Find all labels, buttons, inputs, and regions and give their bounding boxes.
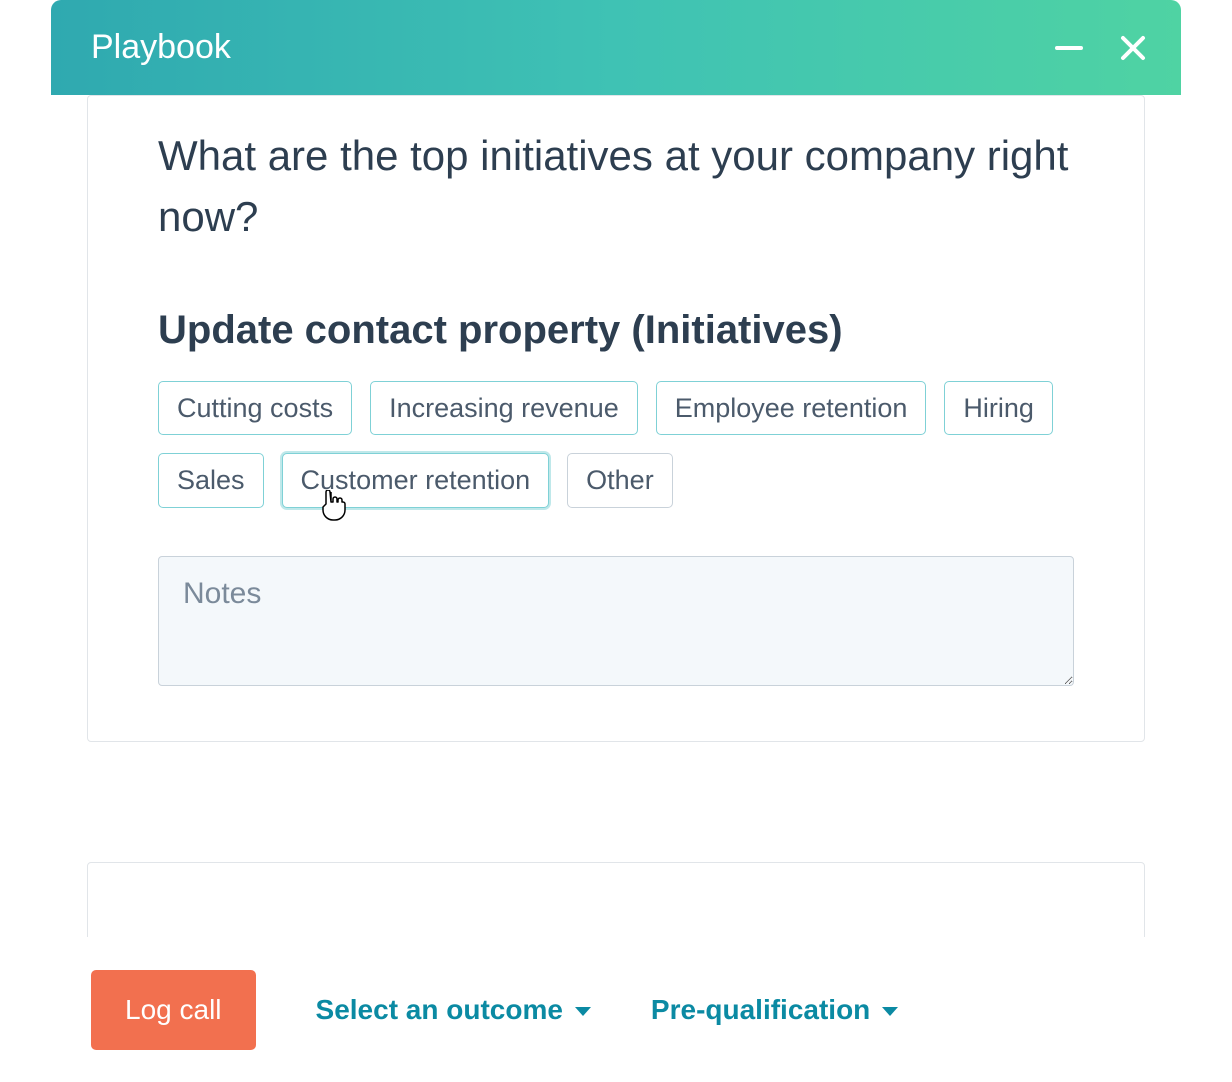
chip-customer-retention[interactable]: Customer retention — [282, 453, 550, 507]
outcome-select[interactable]: Select an outcome — [316, 994, 591, 1026]
chip-group: Cutting costs Increasing revenue Employe… — [158, 381, 1074, 508]
next-question-card — [87, 862, 1145, 937]
question-card: What are the top initiatives at your com… — [87, 95, 1145, 742]
chip-hiring[interactable]: Hiring — [944, 381, 1053, 435]
panel-body[interactable]: What are the top initiatives at your com… — [51, 95, 1181, 937]
panel-title: Playbook — [91, 28, 231, 67]
close-icon[interactable] — [1115, 30, 1151, 66]
outcome-select-label: Select an outcome — [316, 994, 563, 1026]
minimize-icon[interactable] — [1051, 30, 1087, 66]
header-actions — [1051, 30, 1151, 66]
log-call-button[interactable]: Log call — [91, 970, 256, 1050]
chip-sales[interactable]: Sales — [158, 453, 264, 507]
call-type-select-label: Pre-qualification — [651, 994, 870, 1026]
caret-down-icon — [575, 1007, 591, 1016]
question-text: What are the top initiatives at your com… — [158, 126, 1074, 248]
chip-other[interactable]: Other — [567, 453, 673, 507]
playbook-panel: Playbook What are the top initiatives at… — [51, 0, 1181, 1082]
call-type-select[interactable]: Pre-qualification — [651, 994, 898, 1026]
caret-down-icon — [882, 1007, 898, 1016]
section-title: Update contact property (Initiatives) — [158, 308, 1074, 353]
notes-input[interactable] — [158, 556, 1074, 686]
chip-increasing-revenue[interactable]: Increasing revenue — [370, 381, 638, 435]
panel-footer: Log call Select an outcome Pre-qualifica… — [51, 937, 1181, 1082]
chip-employee-retention[interactable]: Employee retention — [656, 381, 927, 435]
chip-cutting-costs[interactable]: Cutting costs — [158, 381, 352, 435]
panel-header: Playbook — [51, 0, 1181, 95]
